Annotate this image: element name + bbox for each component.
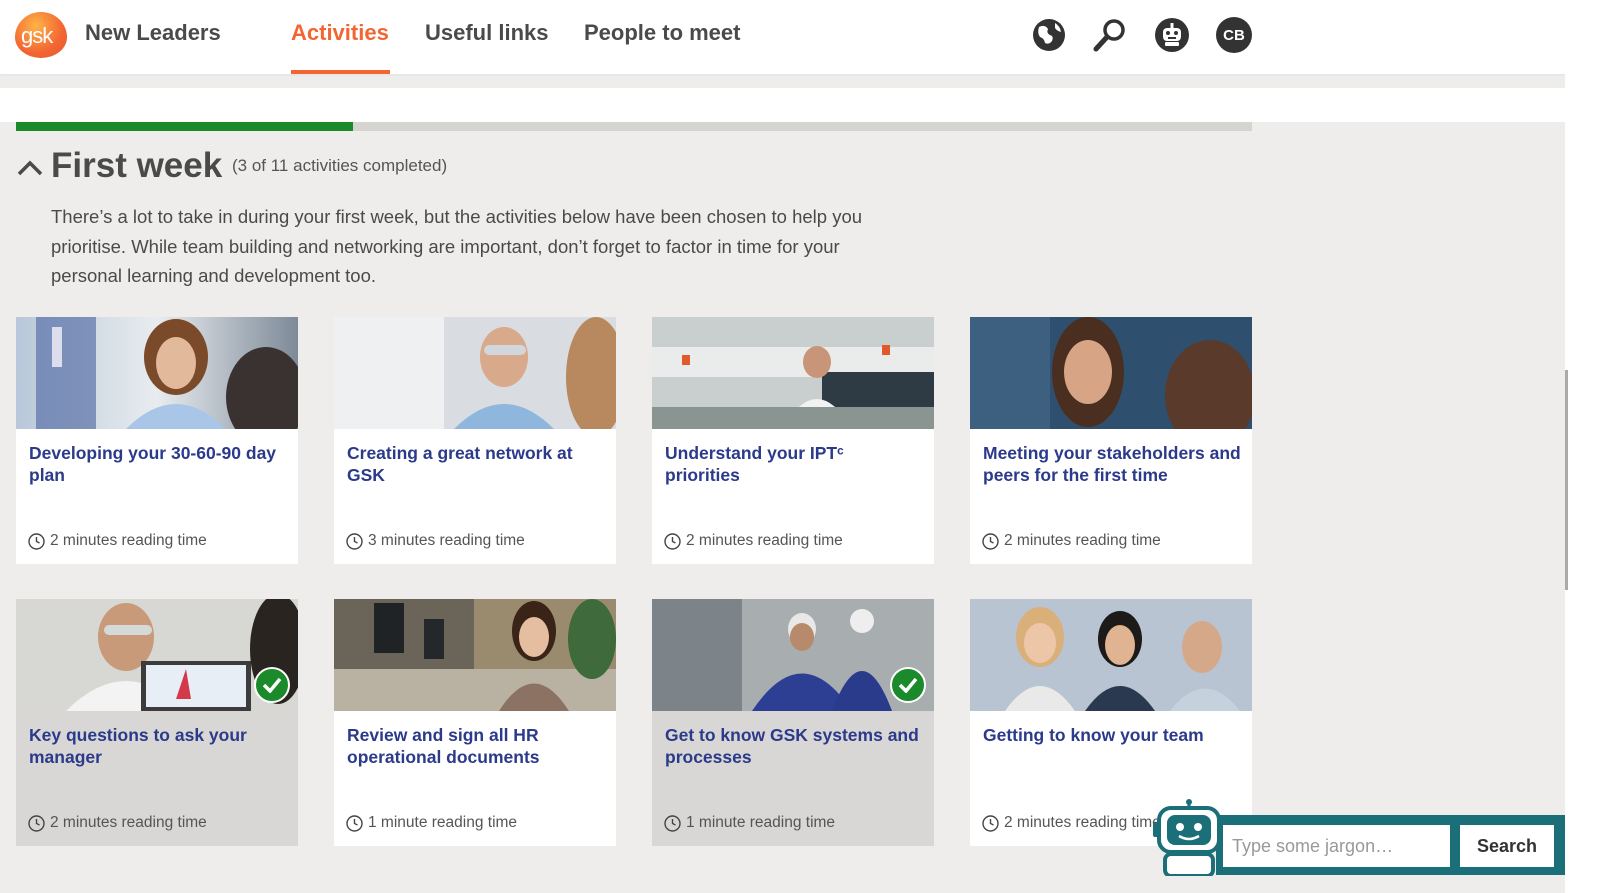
robot-icon[interactable] (1154, 17, 1190, 53)
card-title[interactable]: Creating a great network at GSK (347, 443, 605, 486)
laboratory-photo (652, 317, 934, 429)
office-desk-photo (334, 599, 616, 711)
reading-time: 3 minutes reading time (346, 532, 525, 550)
card-title[interactable]: Meeting your stakeholders and peers for … (983, 443, 1241, 486)
jargon-search-button[interactable]: Search (1460, 825, 1554, 867)
clock-icon (982, 814, 999, 832)
activity-card[interactable]: Review and sign all HR operational docum… (334, 599, 616, 846)
stakeholders-meeting-photo (970, 317, 1252, 429)
reading-time-text: 1 minute reading time (368, 814, 518, 831)
reading-time-text: 1 minute reading time (686, 814, 836, 831)
nav-tab-activities[interactable]: Activities (291, 20, 389, 46)
card-title[interactable]: Understand your IPTᶜ priorities (665, 443, 923, 486)
reading-time: 2 minutes reading time (28, 532, 207, 550)
scientist-lab-photo (16, 317, 298, 429)
completed-check-icon (254, 667, 290, 703)
clock-icon (346, 532, 363, 550)
nav-tab-useful-links[interactable]: Useful links (425, 20, 548, 46)
reading-time: 1 minute reading time (664, 814, 835, 832)
reading-time-text: 3 minutes reading time (368, 532, 525, 549)
jargon-search-input[interactable] (1223, 825, 1450, 867)
header-spacer (0, 88, 1565, 122)
reading-time-text: 2 minutes reading time (50, 532, 207, 549)
reading-time: 2 minutes reading time (28, 814, 207, 832)
reading-time-text: 2 minutes reading time (50, 814, 207, 831)
scrollbar-thumb[interactable] (1565, 370, 1568, 590)
reading-time: 2 minutes reading time (982, 532, 1161, 550)
clock-icon (346, 814, 363, 832)
clock-icon (28, 532, 45, 550)
reading-time: 1 minute reading time (346, 814, 517, 832)
activity-card[interactable]: Understand your IPTᶜ priorities 2 minute… (652, 317, 934, 564)
user-avatar[interactable]: CB (1216, 17, 1252, 53)
gsk-logo[interactable]: gsk (15, 12, 67, 58)
logo-text: gsk (21, 23, 53, 48)
section-title[interactable]: First week (51, 146, 222, 186)
globe-icon[interactable] (1031, 17, 1067, 53)
card-title[interactable]: Developing your 30-60-90 day plan (29, 443, 287, 486)
card-title[interactable]: Key questions to ask your manager (29, 725, 287, 768)
activity-card[interactable]: Creating a great network at GSK 3 minute… (334, 317, 616, 564)
activity-card[interactable]: Meeting your stakeholders and peers for … (970, 317, 1252, 564)
jargon-robot-icon[interactable] (1151, 798, 1227, 876)
progress-fill (16, 122, 354, 131)
reading-time-text: 2 minutes reading time (686, 532, 843, 549)
reading-time: 2 minutes reading time (982, 814, 1161, 832)
clock-icon (664, 532, 681, 550)
progress-bar (16, 122, 1252, 131)
app-title[interactable]: New Leaders (85, 20, 221, 46)
activity-card[interactable]: Developing your 30-60-90 day plan 2 minu… (16, 317, 298, 564)
card-title[interactable]: Get to know GSK systems and processes (665, 725, 923, 768)
team-photo (970, 599, 1252, 711)
collapse-chevron-icon[interactable] (16, 157, 44, 177)
section-intro: There’s a lot to take in during your fir… (51, 206, 863, 286)
reading-time: 2 minutes reading time (664, 532, 843, 550)
activity-card-completed[interactable]: Get to know GSK systems and processes 1 … (652, 599, 934, 846)
top-navigation-bar: gsk New Leaders Activities Useful links … (0, 0, 1565, 74)
reading-time-text: 2 minutes reading time (1004, 532, 1161, 549)
activity-card-completed[interactable]: Key questions to ask your manager 2 minu… (16, 599, 298, 846)
card-title[interactable]: Review and sign all HR operational docum… (347, 725, 605, 768)
clock-icon (28, 814, 45, 832)
search-icon[interactable] (1092, 17, 1128, 53)
networking-lab-photo (334, 317, 616, 429)
card-title[interactable]: Getting to know your team (983, 725, 1241, 747)
reading-time-text: 2 minutes reading time (1004, 814, 1161, 831)
page-scrollbar[interactable] (1565, 0, 1598, 893)
section-completion-count: (3 of 11 activities completed) (232, 156, 448, 175)
nav-tab-people-to-meet[interactable]: People to meet (584, 20, 740, 46)
clock-icon (982, 532, 999, 550)
clock-icon (664, 814, 681, 832)
completed-check-icon (890, 667, 926, 703)
active-tab-underline (291, 70, 390, 74)
